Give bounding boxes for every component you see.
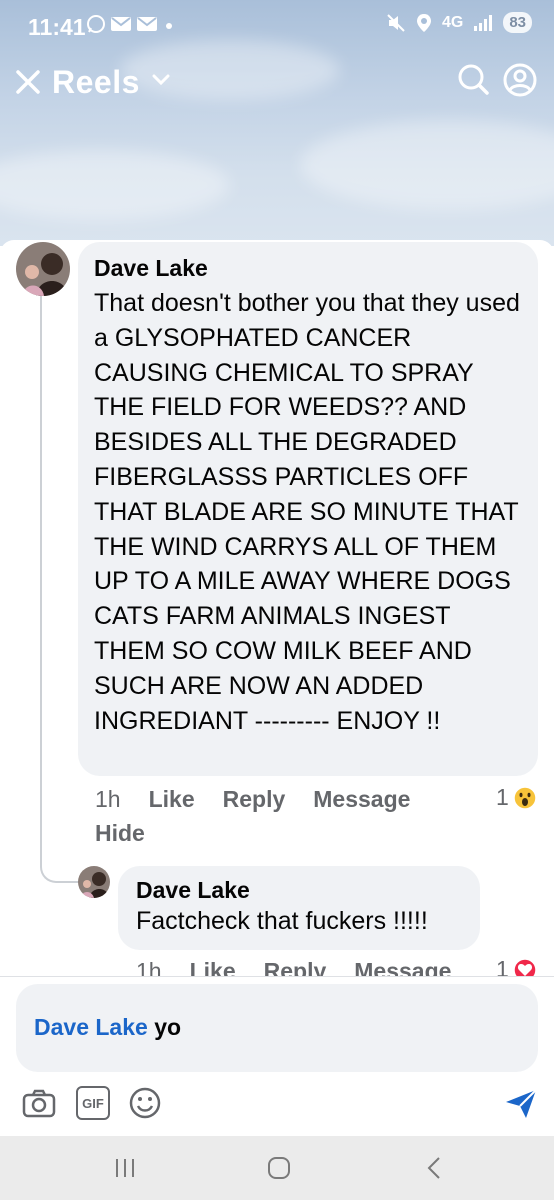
gif-label: GIF [82,1095,104,1111]
recent-apps-icon[interactable] [110,1154,140,1182]
comment-text: That doesn't bother you that they used a… [94,289,520,735]
network-type: 4G [441,13,464,31]
home-icon[interactable] [264,1154,294,1182]
wow-icon [513,785,537,810]
reaction-summary[interactable]: 1 [496,956,537,977]
close-icon[interactable] [14,68,42,96]
mail-icon-2 [137,17,157,31]
system-nav-bar [0,1136,554,1200]
battery-indicator: 83 [503,12,532,33]
reels-header: Reels [0,60,554,110]
camera-icon[interactable] [22,1086,56,1120]
like-button[interactable]: Like [190,958,236,977]
reaction-count: 1 [496,956,509,977]
status-bar: 11:41 4G 83 [0,0,554,52]
comment-author[interactable]: Dave Lake [94,254,522,282]
whatsapp-icon [87,15,105,33]
love-icon [513,957,537,977]
reply-button[interactable]: Reply [223,786,286,813]
reply-bubble[interactable]: Dave Lake Factcheck that fuckers !!!!! [118,866,480,950]
back-icon[interactable] [420,1154,450,1182]
message-button[interactable]: Message [313,786,410,813]
like-button[interactable]: Like [149,786,195,813]
hide-button[interactable]: Hide [95,820,145,847]
composer-divider [0,976,554,977]
comment-text: Factcheck that fuckers !!!!! [136,907,428,935]
comment-actions: 1h Like Reply Message [95,786,410,813]
search-icon[interactable] [456,62,490,96]
avatar[interactable] [78,866,110,898]
avatar[interactable] [16,242,70,296]
comment-input-text[interactable]: Dave Lake yo [34,1014,181,1041]
profile-icon[interactable] [502,62,538,98]
comment-input[interactable]: Dave Lake yo [16,984,538,1072]
status-time: 11:41 [28,14,86,40]
page-title[interactable]: Reels [52,64,140,101]
comment-time: 1h [95,786,121,812]
comments-panel: Dave Lake That doesn't bother you that t… [0,240,554,977]
reaction-count: 1 [496,784,509,810]
comment-bubble[interactable]: Dave Lake That doesn't bother you that t… [78,242,538,776]
reaction-summary[interactable]: 1 [496,784,537,811]
location-icon [416,13,431,32]
send-icon[interactable] [504,1088,538,1120]
chevron-down-icon[interactable] [152,74,170,86]
signal-icon [474,14,493,31]
mute-icon [387,13,405,32]
notification-dot-icon [166,23,172,29]
reel-video-background: 11:41 4G 83 Reels [0,0,554,246]
mention-tag[interactable]: Dave Lake [34,1014,148,1040]
emoji-icon[interactable] [128,1086,162,1120]
mail-icon [111,17,131,31]
gif-button[interactable]: GIF [76,1086,110,1120]
comment-author[interactable]: Dave Lake [136,876,462,904]
reply-actions: 1h Like Reply Message [136,958,451,977]
typed-text: yo [147,1014,182,1040]
reply-button[interactable]: Reply [264,958,327,977]
message-button[interactable]: Message [354,958,451,977]
comment-time: 1h [136,958,162,977]
